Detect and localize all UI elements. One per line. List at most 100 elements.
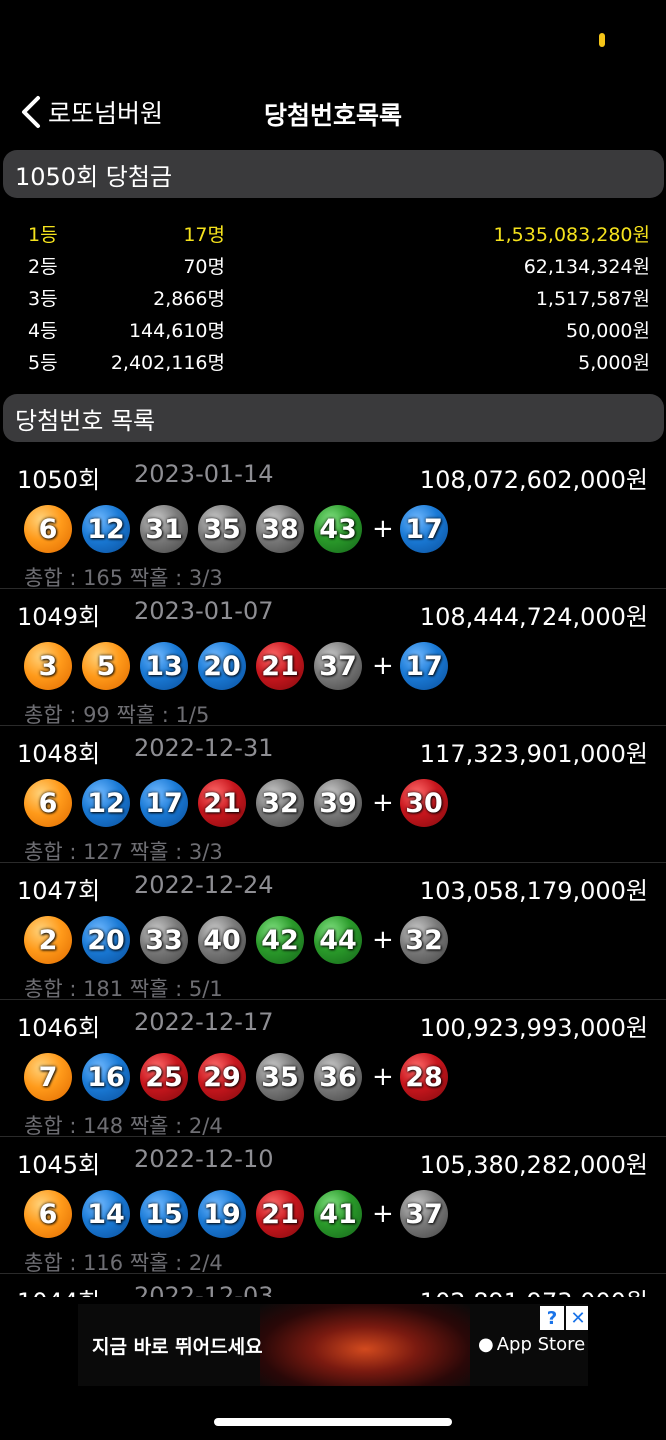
draw-date: 2023-01-14 [134,460,274,488]
lotto-ball: 21 [256,642,304,690]
draw-stats: 총합 : 99 짝홀 : 1/5 [24,703,210,727]
lotto-ball: 41 [314,1190,362,1238]
plus-icon: + [372,514,394,544]
draw-list-item[interactable]: 1047회 2022-12-24 103,058,179,000원 2 20 33 40 42… [0,863,666,1001]
draw-prize: 100,923,993,000원 [419,1014,648,1042]
draw-list-item[interactable]: 1044회 2022-12-03 102,891,973,000원 [0,1274,666,1297]
lotto-ball: 39 [314,779,362,827]
draw-round: 1045회 [17,1151,101,1179]
lotto-ball: 17 [140,779,188,827]
lotto-ball: 20 [198,642,246,690]
draw-date: 2023-01-07 [134,597,274,625]
draw-prize: 108,444,724,000원 [419,603,648,631]
app-store-label: App Store [496,1334,586,1355]
prize-section-header: 1050회 당첨금 [3,150,664,198]
draw-prize: 108,072,602,000원 [419,466,648,494]
draw-list[interactable]: 1050회 2023-01-14 108,072,602,000원 6 12 31 35 38… [0,452,666,1297]
draw-stats: 총합 : 116 짝홀 : 2/4 [24,1251,223,1275]
number-balls: 6 12 31 35 38 43 +17 [24,505,458,553]
prize-amount: 62,134,324원 [523,256,650,278]
draw-list-item[interactable]: 1050회 2023-01-14 108,072,602,000원 6 12 31 35 38… [0,452,666,590]
draw-round: 1046회 [17,1014,101,1042]
apple-icon: ● [478,1334,494,1355]
navigation-bar: 로또넘버원 당첨번호목록 [0,88,666,136]
draw-stats: 총합 : 148 짝홀 : 2/4 [24,1114,223,1138]
lotto-ball: 16 [82,1053,130,1101]
draw-prize: 102,891,973,000원 [420,1282,648,1297]
lotto-ball: 20 [82,916,130,964]
lotto-ball: 43 [314,505,362,553]
app-store-badge[interactable]: ● App Store [478,1334,585,1355]
number-balls: 3 5 13 20 21 37 +17 [24,642,458,690]
plus-icon: + [372,788,394,818]
plus-icon: + [372,1062,394,1092]
lotto-ball: 13 [140,642,188,690]
draw-stats: 총합 : 181 짝홀 : 5/1 [24,977,223,1001]
prize-rank: 5등 [28,352,58,374]
lotto-ball: 31 [140,505,188,553]
draw-round: 1047회 [17,877,101,905]
draw-list-item[interactable]: 1046회 2022-12-17 100,923,993,000원 7 16 25 29 35… [0,1000,666,1138]
draw-date: 2022-12-24 [134,871,274,899]
lotto-ball: 2 [24,916,72,964]
ad-banner[interactable]: 지금 바로 뛰어드세요 ● App Store ? ✕ [78,1304,588,1386]
plus-icon: + [372,1199,394,1229]
bonus-ball: 17 [400,642,448,690]
number-balls: 6 14 15 19 21 41 +37 [24,1190,458,1238]
lotto-ball: 29 [198,1053,246,1101]
prize-row: 3등 2,866명 1,517,587원 [0,280,666,312]
prize-amount: 1,517,587원 [535,288,650,310]
prize-row: 5등 2,402,116명 5,000원 [0,344,666,376]
bonus-ball: 30 [400,779,448,827]
lotto-ball: 35 [198,505,246,553]
lotto-ball: 37 [314,642,362,690]
bonus-ball: 17 [400,505,448,553]
prize-row: 2등 70명 62,134,324원 [0,248,666,280]
prize-winners: 70명 [183,256,225,278]
lotto-ball: 12 [82,779,130,827]
lotto-ball: 36 [314,1053,362,1101]
draw-list-item[interactable]: 1048회 2022-12-31 117,323,901,000원 6 12 17 21 32… [0,726,666,864]
lotto-ball: 15 [140,1190,188,1238]
status-indicator [599,33,605,47]
prize-winners: 2,402,116명 [110,352,225,374]
draw-list-item[interactable]: 1049회 2023-01-07 108,444,724,000원 3 5 13 20 21 3… [0,589,666,727]
lotto-ball: 6 [24,1190,72,1238]
lotto-ball: 19 [198,1190,246,1238]
lotto-ball: 35 [256,1053,304,1101]
prize-rank: 1등 [28,224,58,246]
draw-round: 1048회 [17,740,101,768]
draw-date: 2022-12-10 [134,1145,274,1173]
draw-prize: 117,323,901,000원 [419,740,648,768]
prize-amount: 5,000원 [578,352,650,374]
ad-choices[interactable]: ? ✕ [538,1306,588,1330]
number-balls: 2 20 33 40 42 44 +32 [24,916,458,964]
list-section-header: 당첨번호 목록 [3,394,664,442]
draw-round: 1044회 [17,1282,100,1297]
prize-row: 4등 144,610명 50,000원 [0,312,666,344]
lotto-ball: 33 [140,916,188,964]
prize-winners: 17명 [183,224,225,246]
home-indicator[interactable] [214,1418,452,1426]
draw-stats: 총합 : 127 짝홀 : 3/3 [24,840,223,864]
lotto-ball: 7 [24,1053,72,1101]
lotto-ball: 5 [82,642,130,690]
lotto-ball: 6 [24,779,72,827]
lotto-ball: 3 [24,642,72,690]
ad-info-icon[interactable]: ? [540,1306,564,1330]
lotto-ball: 25 [140,1053,188,1101]
number-balls: 6 12 17 21 32 39 +30 [24,779,458,827]
prize-winners: 2,866명 [153,288,225,310]
lotto-ball: 14 [82,1190,130,1238]
ad-artwork [260,1304,470,1386]
plus-icon: + [372,925,394,955]
bonus-ball: 28 [400,1053,448,1101]
draw-list-item[interactable]: 1045회 2022-12-10 105,380,282,000원 6 14 15 19 21… [0,1137,666,1275]
ad-close-icon[interactable]: ✕ [566,1306,588,1330]
bonus-ball: 37 [400,1190,448,1238]
lotto-ball: 40 [198,916,246,964]
page-title: 당첨번호목록 [263,101,402,130]
lotto-ball: 42 [256,916,304,964]
prize-amount: 50,000원 [566,320,650,342]
prize-table: 1등 17명 1,535,083,280원 2등 70명 62,134,324원 3등 2,8… [0,216,666,376]
